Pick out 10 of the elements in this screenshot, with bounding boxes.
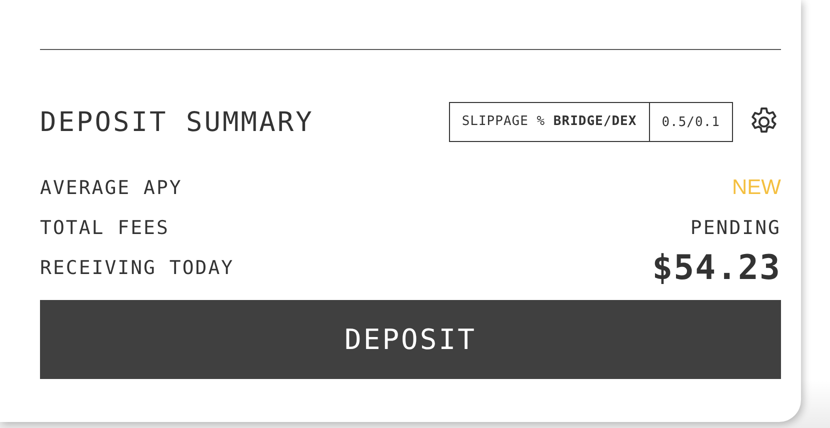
row-value: PENDING [690, 217, 781, 239]
row-label: RECEIVING TODAY [40, 257, 234, 279]
row-value: $54.23 [652, 248, 781, 288]
slippage-label: SLIPPAGE % BRIDGE/DEX [450, 103, 650, 141]
slippage-value[interactable]: 0.5/0.1 [650, 103, 732, 141]
row-label: TOTAL FEES [40, 217, 170, 239]
section-title: DEPOSIT SUMMARY [40, 106, 315, 138]
row-label: AVERAGE APY [40, 177, 182, 199]
row-value: NEW [732, 176, 781, 200]
deposit-button[interactable]: DEPOSIT [40, 300, 781, 379]
